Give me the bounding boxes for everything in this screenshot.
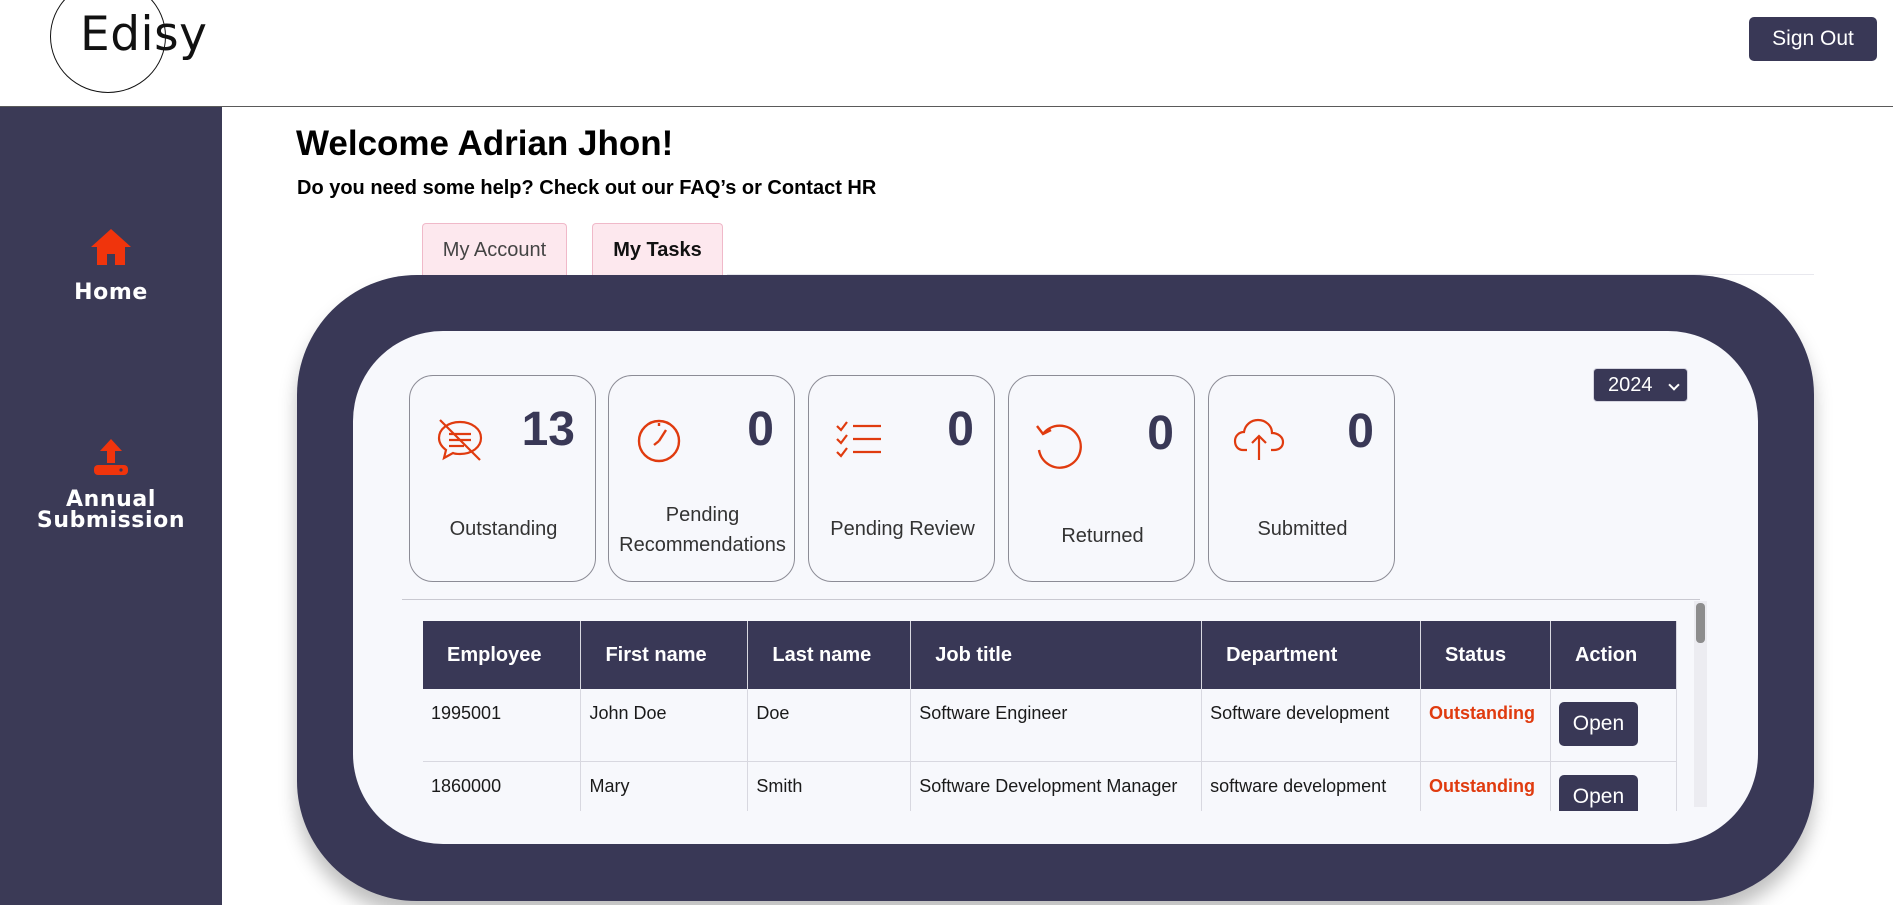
tasks-table-container[interactable]: Employee First name Last name Job title … [423,621,1688,811]
cloud-upload-icon [1233,418,1285,460]
cell-status: Outstanding [1420,761,1551,811]
cell-department: software development [1201,761,1421,811]
page-title: Welcome Adrian Jhon! [296,124,674,163]
stat-card-pending-review[interactable]: 0 Pending Review [808,375,995,582]
stat-label: Returned [1061,525,1144,547]
upload-icon [94,439,128,475]
stat-card-pending-recommendations[interactable]: 0 Pending Recommendations [608,375,795,582]
cell-job-title: Software Engineer [910,689,1203,762]
stat-card-outstanding[interactable]: 13 Outstanding [409,375,596,582]
sign-out-button[interactable]: Sign Out [1749,17,1877,61]
table-header-row: Employee First name Last name Job title … [423,621,1678,689]
column-header-status[interactable]: Status [1420,621,1551,689]
cell-action: Open [1550,761,1678,811]
cell-first-name: John Doe [580,689,749,762]
cell-employee: 1860000 [423,761,582,811]
cell-job-title: Software Development Manager [910,761,1203,811]
stat-label: Outstanding [449,518,558,540]
stat-label: Submitted [1257,518,1348,540]
sidebar-item-label-line1: Annual [66,487,156,512]
table-scrollbar[interactable] [1694,601,1707,807]
stat-card-returned[interactable]: 0 Returned [1008,375,1195,582]
stat-label-line2: Recommendations [619,534,786,556]
checklist-icon [836,421,881,458]
table-row: 1995001 John Doe Doe Software Engineer S… [423,689,1678,762]
stat-label: Pending Review [830,518,975,540]
column-header-last-name[interactable]: Last name [747,621,912,689]
sidebar-item-label-line2: Submission [36,508,186,533]
cell-status: Outstanding [1420,689,1551,762]
stat-count: 0 [1347,405,1374,458]
cell-last-name: Smith [747,761,912,811]
sidebar: Home Annual Submission [0,107,222,905]
dashboard-panel: 13 Outstanding 0 Pending Recommendations… [353,331,1758,844]
logo[interactable]: Edisy [80,7,207,62]
top-header: Edisy Sign Out [0,0,1893,107]
cell-action: Open [1550,689,1678,762]
dashboard-frame: 13 Outstanding 0 Pending Recommendations… [297,275,1814,901]
sidebar-item-annual-submission[interactable]: Annual Submission [0,437,222,533]
column-header-department[interactable]: Department [1201,621,1421,689]
sidebar-item-home[interactable]: Home [0,227,222,305]
stat-count: 0 [1147,407,1174,460]
section-divider [402,599,1700,600]
home-icon [91,229,131,265]
column-header-employee[interactable]: Employee [423,621,582,689]
help-text: Do you need some help? Check out our FAQ… [297,177,877,199]
clock-icon [637,419,681,463]
cell-last-name: Doe [747,689,912,762]
stat-count: 0 [747,403,774,456]
chat-muted-icon [437,419,483,461]
open-button[interactable]: Open [1558,702,1638,746]
open-button[interactable]: Open [1558,774,1638,811]
column-header-action: Action [1550,621,1678,689]
cell-department: Software development [1201,689,1421,762]
column-header-job-title[interactable]: Job title [910,621,1203,689]
sidebar-item-label: Home [74,280,148,305]
column-header-first-name[interactable]: First name [580,621,749,689]
chevron-down-icon [1668,379,1680,391]
undo-icon [1036,424,1082,469]
stat-card-submitted[interactable]: 0 Submitted [1208,375,1395,582]
cell-first-name: Mary [580,761,749,811]
tab-my-account[interactable]: My Account [422,223,567,277]
stat-count: 0 [947,403,974,456]
cell-employee: 1995001 [423,689,582,762]
tab-my-tasks[interactable]: My Tasks [592,223,723,277]
year-select-value: 2024 [1608,374,1653,396]
stat-count: 13 [521,403,575,456]
year-select[interactable]: 2024 [1593,368,1688,402]
tasks-table: Employee First name Last name Job title … [423,621,1678,811]
stat-label-line1: Pending [665,504,740,526]
scrollbar-thumb[interactable] [1696,603,1705,643]
table-row: 1860000 Mary Smith Software Development … [423,761,1678,811]
